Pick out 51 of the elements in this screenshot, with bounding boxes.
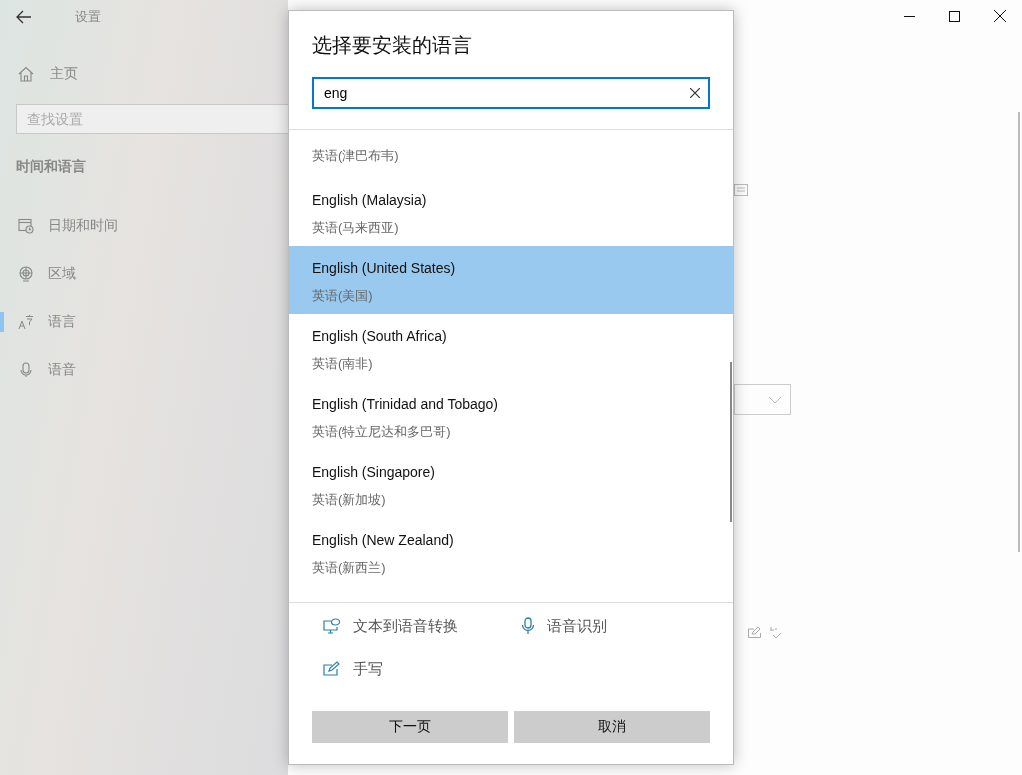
dialog-title: 选择要安装的语言	[311, 33, 473, 55]
minimize-icon[interactable]	[904, 15, 915, 17]
chevron-down-icon	[768, 395, 782, 404]
language-name: English (United States)	[312, 259, 457, 278]
back-arrow-icon[interactable]	[16, 10, 32, 24]
scrollbar[interactable]	[730, 362, 732, 522]
feature-label: 手写	[353, 659, 383, 679]
dialog-button[interactable]: 下一页	[312, 711, 508, 743]
language-name: English (South Africa)	[312, 327, 448, 346]
language-name: English (Singapore)	[312, 463, 436, 482]
language-item[interactable]: English (Malaysia) 英语(马来西亚)	[289, 178, 733, 246]
search-field[interactable]: eng	[312, 77, 710, 109]
language-native-name: 英语(南非)	[312, 355, 374, 373]
sidebar-item-label: 日期和时间	[48, 217, 118, 235]
dialog-button[interactable]: 取消	[514, 711, 710, 743]
feature-label: 语音识别	[547, 616, 607, 636]
language-name: English (Trinidad and Tobago)	[312, 395, 499, 414]
monitor-speech-icon	[323, 618, 341, 634]
globe-icon	[18, 266, 34, 282]
language-name: English (Malaysia)	[312, 191, 428, 210]
language-native-name: 英语(马来西亚)	[312, 219, 400, 237]
scrollbar[interactable]	[1018, 112, 1020, 552]
spellcheck-icon	[770, 626, 782, 640]
maximize-icon[interactable]	[949, 10, 960, 22]
language-item[interactable]: English (Trinidad and Tobago) 英语(特立尼达和多巴哥)	[289, 382, 733, 450]
feature-label: 文本到语音转换	[353, 616, 458, 636]
calendar-clock-icon	[18, 218, 34, 234]
window-title: 设置	[75, 8, 101, 26]
language-item[interactable]: English (Singapore) 英语(新加坡)	[289, 450, 733, 518]
language-native-name: 英语(津巴布韦)	[312, 147, 400, 165]
language-native-name: 英语(特立尼达和多巴哥)	[312, 423, 452, 441]
sidebar-item-label: 语音	[48, 361, 76, 379]
language-item[interactable]: English (South Africa) 英语(南非)	[289, 314, 733, 382]
language-native-name: 英语(美国)	[312, 287, 374, 305]
sidebar-item-label: 语言	[48, 313, 76, 331]
home-label: 主页	[50, 65, 78, 83]
home-icon	[18, 66, 34, 82]
language-item[interactable]: English (United States) 英语(美国)	[289, 246, 733, 314]
language-item[interactable]: English (New Zealand) 英语(新西兰)	[289, 518, 733, 586]
pen-icon	[323, 661, 341, 677]
language-native-name: 英语(新加坡)	[312, 491, 387, 509]
section-heading: 时间和语言	[15, 157, 87, 176]
clear-icon[interactable]	[690, 88, 700, 98]
microphone-icon	[521, 617, 535, 635]
pen-icon	[748, 626, 762, 638]
language-name: English (New Zealand)	[312, 531, 455, 550]
language-icon	[18, 314, 34, 330]
sidebar-item-label: 区域	[48, 265, 76, 283]
close-icon[interactable]	[993, 10, 1006, 22]
microphone-icon	[18, 362, 34, 378]
language-native-name: 英语(新西兰)	[312, 559, 387, 577]
